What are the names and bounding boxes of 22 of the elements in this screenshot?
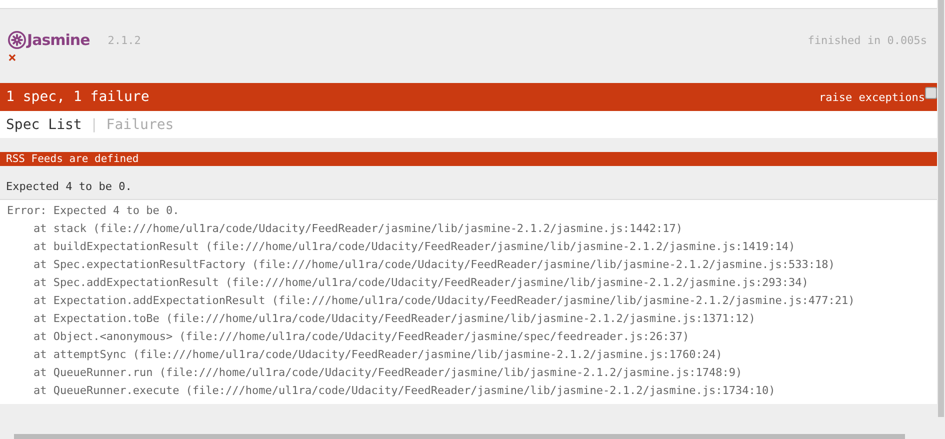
- logo-text: Jasmine: [27, 31, 90, 49]
- stack-trace-line: at Object.<anonymous> (file:///home/ul1ra/code/Udacity/FeedReader/jasmine/spec/feedreader.js:26:37): [32, 329, 690, 345]
- raise-exceptions-checkbox[interactable]: [925, 87, 937, 99]
- version-label: 2.1.2: [108, 34, 141, 46]
- stack-trace-line: at buildExpectationResult (file:///home/ul1ra/code/Udacity/FeedReader/jasmine/lib/jasmine-2.1.2/jasmine.js:1419:14): [32, 239, 796, 255]
- stack-trace-line: at Spec.expectationResultFactory (file:///home/ul1ra/code/Udacity/FeedReader/jasmine/lib/jasmine-2.1.2/jasmine.js:533:18): [32, 257, 836, 273]
- spec-title: RSS Feeds are defined: [6, 153, 139, 165]
- flower-icon: [8, 31, 26, 49]
- stack-trace-line: at QueueRunner.execute (file:///home/ul1ra/code/Udacity/FeedReader/jasmine/lib/jasmine-2.1.2/jasmine.js:1734:10): [32, 383, 776, 399]
- stack-trace-line: at Expectation.addExpectationResult (file:///home/ul1ra/code/Udacity/FeedReader/jasmine/lib/jasmine-2.1.2/jasmine.js:477:21): [32, 293, 856, 309]
- raise-exceptions-label: raise exceptions: [819, 91, 925, 104]
- tab-link[interactable]: Spec List: [6, 116, 82, 132]
- duration-label: finished in 0.005s: [808, 34, 927, 46]
- stack-trace-line: at QueueRunner.run (file:///home/ul1ra/code/Udacity/FeedReader/jasmine/lib/jasmine-2.1.2/jasmine.js:1748:9): [32, 365, 744, 381]
- stack-trace-line: Error: Expected 4 to be 0.: [7, 203, 180, 219]
- stack-trace-line: at Expectation.toBe (file:///home/ul1ra/code/Udacity/FeedReader/jasmine/lib/jasmine-2.1.2/jasmine.js:1371:12): [32, 311, 756, 327]
- stack-trace-line: at Spec.addExpectationResult (file:///home/ul1ra/code/Udacity/FeedReader/jasmine/lib/jasmine-2.1.2/jasmine.js:293:34): [32, 275, 810, 291]
- stack-trace-line: at stack (file:///home/ul1ra/code/Udacity/FeedReader/jasmine/lib/jasmine-2.1.2/jasmine.js:1442:17): [32, 221, 684, 237]
- failed-symbol: ×: [8, 51, 16, 65]
- stack-trace-line: at attemptSync (file:///home/ul1ra/code/Udacity/FeedReader/jasmine/lib/jasmine-2.1.2/jasmine.js:1760:24): [32, 347, 724, 363]
- summary-text: 1 spec, 1 failure: [6, 89, 150, 105]
- tab-separator: |: [90, 116, 98, 132]
